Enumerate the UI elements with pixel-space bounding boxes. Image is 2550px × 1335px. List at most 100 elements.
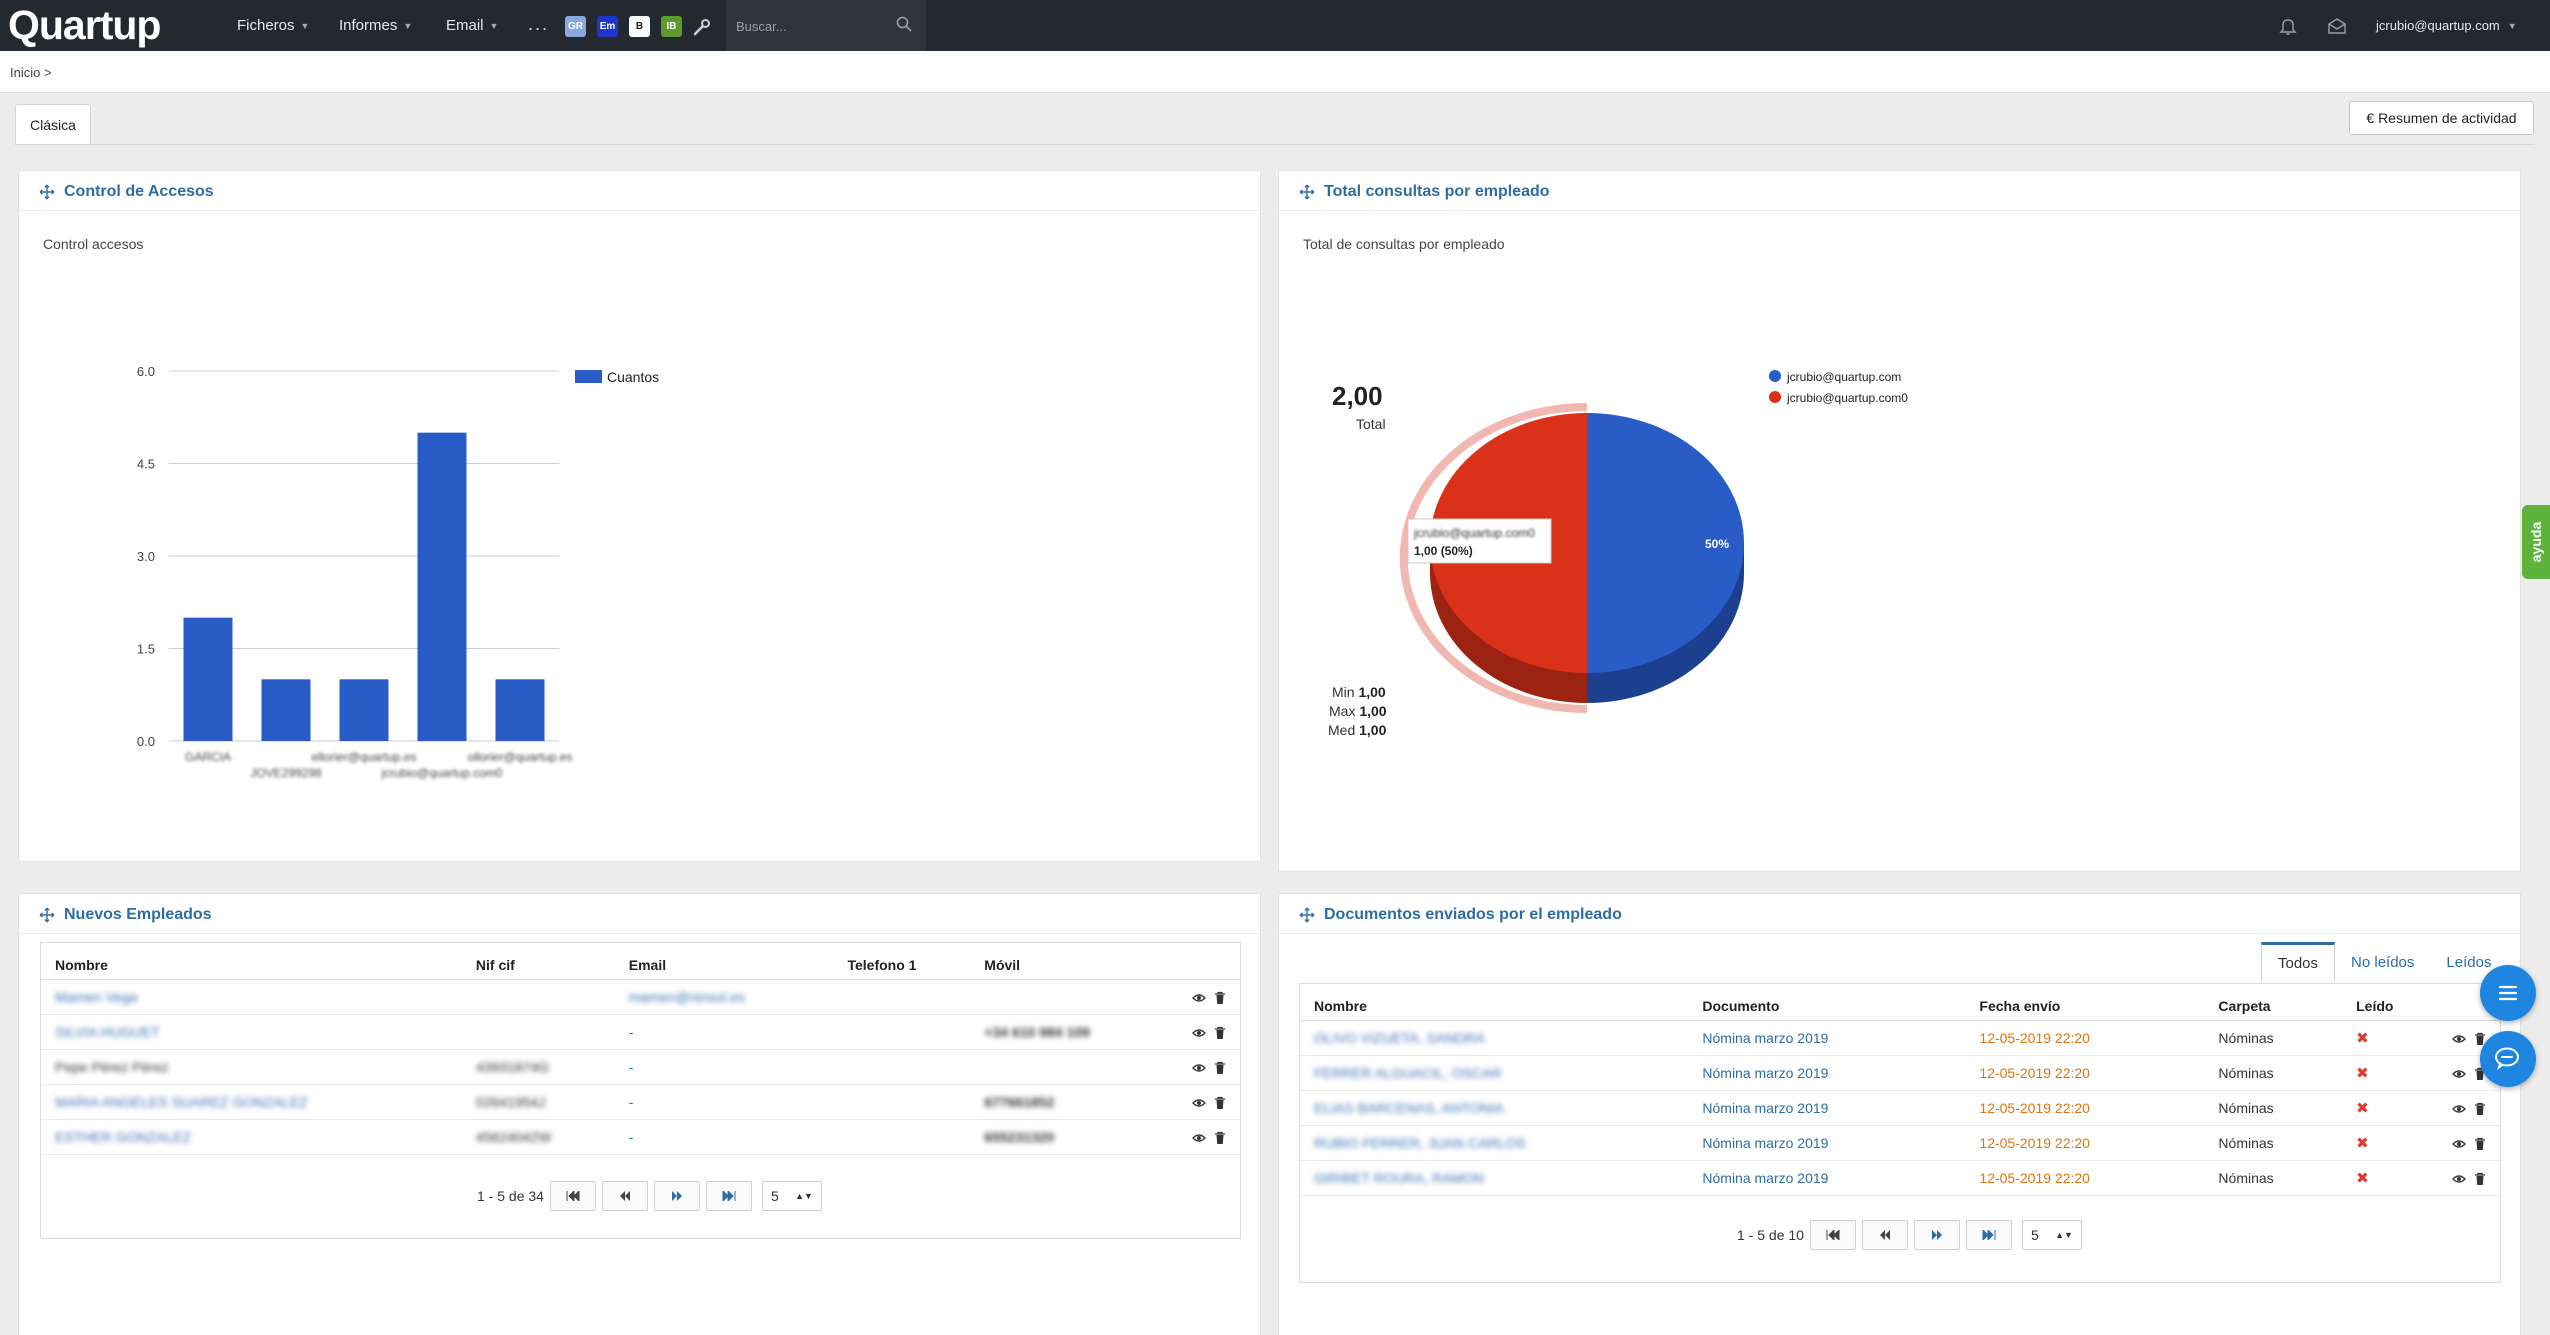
table-row[interactable]: Mamen Vega mamen@ninsol.es bbox=[41, 979, 1240, 1015]
cell-nombre[interactable]: MARIA ANGELES SUAREZ GONZALEZ bbox=[41, 1084, 462, 1120]
cell-nombre[interactable]: GIRIBET ROURA, RAMON bbox=[1300, 1160, 1689, 1196]
cell-documento[interactable]: Nómina marzo 2019 bbox=[1688, 1090, 1966, 1126]
cell-documento[interactable]: Nómina marzo 2019 bbox=[1688, 1125, 1966, 1161]
eye-icon[interactable] bbox=[1192, 991, 1206, 1005]
col-movil[interactable]: Móvil bbox=[970, 943, 1170, 980]
cell-email[interactable]: - bbox=[614, 1049, 834, 1085]
bar[interactable] bbox=[183, 617, 233, 741]
nav-email[interactable]: Email ▼ bbox=[446, 0, 498, 51]
tab-clasica[interactable]: Clásica bbox=[15, 104, 91, 145]
ayuda-tab[interactable]: ayuda bbox=[2522, 505, 2550, 579]
nav-ficheros[interactable]: Ficheros ▼ bbox=[237, 0, 309, 51]
first-page-button[interactable] bbox=[1809, 1220, 1856, 1250]
table-row[interactable]: GIRIBET ROURA, RAMON Nómina marzo 2019 12-… bbox=[1300, 1160, 2500, 1196]
table-row[interactable]: Pepe Pérez Pérez 43931874G - bbox=[41, 1049, 1240, 1085]
cell-nombre[interactable]: Mamen Vega bbox=[41, 979, 462, 1015]
cell-email[interactable]: - bbox=[614, 1084, 834, 1120]
cell-nombre[interactable]: SILVIA HUGUET bbox=[41, 1014, 462, 1050]
bar[interactable] bbox=[261, 679, 311, 741]
col-documento[interactable]: Documento bbox=[1688, 984, 1966, 1021]
bar[interactable] bbox=[339, 679, 389, 741]
bar[interactable] bbox=[417, 432, 467, 741]
col-leido[interactable]: Leído bbox=[2342, 984, 2432, 1021]
nav-informes[interactable]: Informes ▼ bbox=[339, 0, 412, 51]
prev-page-button[interactable] bbox=[601, 1181, 648, 1211]
table-row[interactable]: ESTHER GONZALEZ 45624042W - 655231320 bbox=[41, 1119, 1240, 1155]
table-row[interactable]: MARIA ANGELES SUAREZ GONZALEZ 02641954J - 6… bbox=[41, 1084, 1240, 1120]
col-nif[interactable]: Nif cif bbox=[461, 943, 615, 980]
eye-icon[interactable] bbox=[2452, 1067, 2466, 1081]
table-row[interactable]: RUBIO FERRER, JUAN CARLOS Nómina marzo 20… bbox=[1300, 1125, 2500, 1161]
quick-gr-icon[interactable]: GR bbox=[565, 16, 586, 37]
eye-icon[interactable] bbox=[2452, 1137, 2466, 1151]
eye-icon[interactable] bbox=[1192, 1061, 1206, 1075]
eye-icon[interactable] bbox=[1192, 1131, 1206, 1145]
cell-documento[interactable]: Nómina marzo 2019 bbox=[1688, 1160, 1966, 1196]
col-fecha-envio[interactable]: Fecha envío bbox=[1965, 984, 2205, 1021]
quartup-logo[interactable]: Quartup bbox=[8, 0, 161, 51]
cell-nombre[interactable]: RUBIO FERRER, JUAN CARLOS bbox=[1300, 1125, 1689, 1161]
trash-icon[interactable] bbox=[1212, 1096, 1226, 1110]
trash-icon[interactable] bbox=[1212, 991, 1226, 1005]
prev-page-button[interactable] bbox=[1861, 1220, 1908, 1250]
quick-em-icon[interactable]: Em bbox=[597, 16, 618, 37]
cell-email[interactable]: - bbox=[614, 1119, 834, 1155]
cell-email[interactable]: mamen@ninsol.es bbox=[614, 979, 834, 1015]
move-icon[interactable] bbox=[39, 907, 55, 923]
next-page-button[interactable] bbox=[1913, 1220, 1960, 1250]
trash-icon[interactable] bbox=[1212, 1131, 1226, 1145]
menu-fab-button[interactable] bbox=[2480, 965, 2536, 1021]
trash-icon[interactable] bbox=[2472, 1137, 2486, 1151]
eye-icon[interactable] bbox=[2452, 1172, 2466, 1186]
search-input[interactable] bbox=[736, 14, 886, 38]
tab-no-leidos[interactable]: No leídos bbox=[2335, 942, 2430, 982]
col-nombre[interactable]: Nombre bbox=[41, 943, 462, 980]
table-row[interactable]: OLIVO VIZUETA, SANDRA Nómina marzo 2019 12… bbox=[1300, 1020, 2500, 1056]
eye-icon[interactable] bbox=[2452, 1032, 2466, 1046]
last-page-button[interactable] bbox=[705, 1181, 752, 1211]
cell-documento[interactable]: Nómina marzo 2019 bbox=[1688, 1055, 1966, 1091]
last-page-button[interactable] bbox=[1965, 1220, 2012, 1250]
table-row[interactable]: SILVIA HUGUET - +34 610 984 109 bbox=[41, 1014, 1240, 1050]
next-page-button[interactable] bbox=[653, 1181, 700, 1211]
cell-movil bbox=[970, 1049, 1170, 1085]
col-telefono[interactable]: Telefono 1 bbox=[833, 943, 971, 980]
cell-documento[interactable]: Nómina marzo 2019 bbox=[1688, 1020, 1966, 1056]
nav-more-button[interactable]: ... bbox=[528, 14, 549, 35]
trash-icon[interactable] bbox=[1212, 1026, 1226, 1040]
search-icon[interactable] bbox=[896, 16, 912, 32]
trash-icon[interactable] bbox=[2472, 1102, 2486, 1116]
eye-icon[interactable] bbox=[1192, 1026, 1206, 1040]
eye-icon[interactable] bbox=[1192, 1096, 1206, 1110]
trash-icon[interactable] bbox=[1212, 1061, 1226, 1075]
first-page-button[interactable] bbox=[549, 1181, 596, 1211]
quick-ib-icon[interactable]: IB bbox=[661, 16, 682, 37]
bar[interactable] bbox=[495, 679, 545, 741]
cell-nombre[interactable]: ESTHER GONZALEZ bbox=[41, 1119, 462, 1155]
breadcrumb[interactable]: Inicio > bbox=[10, 65, 52, 80]
cell-carpeta: Nóminas bbox=[2204, 1160, 2343, 1196]
inbox-icon[interactable] bbox=[2327, 17, 2347, 35]
tab-todos[interactable]: Todos bbox=[2261, 942, 2336, 982]
cell-email[interactable]: - bbox=[614, 1014, 834, 1050]
table-row[interactable]: ELIAS BARCENAS, ANTONIA Nómina marzo 2019… bbox=[1300, 1090, 2500, 1126]
bell-icon[interactable] bbox=[2278, 17, 2298, 35]
cell-nombre[interactable]: FERRER ALGUACIL, OSCAR bbox=[1300, 1055, 1689, 1091]
user-menu[interactable]: jcrubio@quartup.com ▼ bbox=[2376, 0, 2517, 51]
col-carpeta[interactable]: Carpeta bbox=[2204, 984, 2343, 1021]
resumen-actividad-button[interactable]: € Resumen de actividad bbox=[2349, 101, 2534, 135]
eye-icon[interactable] bbox=[2452, 1102, 2466, 1116]
cell-nombre[interactable]: ELIAS BARCENAS, ANTONIA bbox=[1300, 1090, 1689, 1126]
col-nombre[interactable]: Nombre bbox=[1300, 984, 1689, 1021]
table-row[interactable]: FERRER ALGUACIL, OSCAR Nómina marzo 2019 1… bbox=[1300, 1055, 2500, 1091]
wrench-icon[interactable] bbox=[692, 17, 712, 37]
move-icon[interactable] bbox=[1299, 907, 1315, 923]
col-email[interactable]: Email bbox=[614, 943, 834, 980]
page-size-select[interactable]: 5 ▲▼ bbox=[761, 1181, 822, 1211]
cell-nombre[interactable]: OLIVO VIZUETA, SANDRA bbox=[1300, 1020, 1689, 1056]
trash-icon[interactable] bbox=[2472, 1172, 2486, 1186]
page-size-select[interactable]: 5 ▲▼ bbox=[2021, 1220, 2082, 1250]
quick-b-icon[interactable]: B bbox=[629, 16, 650, 37]
cell-nombre[interactable]: Pepe Pérez Pérez bbox=[41, 1049, 462, 1085]
chat-fab-button[interactable] bbox=[2480, 1031, 2536, 1087]
